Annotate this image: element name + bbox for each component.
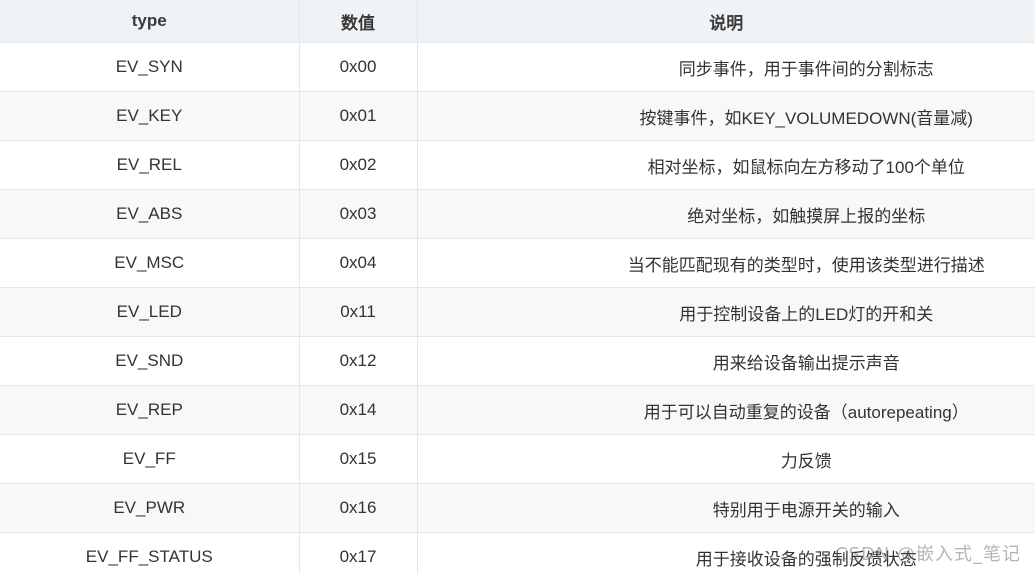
cell-description: 相对坐标，如鼠标向左方移动了100个单位	[417, 140, 1035, 190]
cell-value: 0x12	[299, 336, 418, 386]
cell-type: EV_PWR	[0, 483, 300, 533]
cell-value: 0x00	[299, 42, 418, 92]
cell-type: EV_ABS	[0, 189, 300, 239]
description-text: 用于可以自动重复的设备（autorepeating）	[643, 402, 969, 422]
csdn-watermark: CSDN @嵌入式_笔记	[834, 544, 1021, 565]
table-header-row: type 数值 说明	[0, 0, 1035, 43]
cell-value: 0x11	[299, 287, 418, 337]
cell-description: 用于控制设备上的LED灯的开和关	[417, 287, 1035, 337]
cell-value: 0x02	[299, 140, 418, 190]
table-row: EV_FF 0x15 力反馈	[0, 434, 1035, 484]
cell-description: 按键事件，如KEY_VOLUMEDOWN(音量减)	[417, 91, 1035, 141]
cell-description: 用于可以自动重复的设备（autorepeating）	[417, 385, 1035, 435]
table-row: EV_SYN 0x00 同步事件，用于事件间的分割标志	[0, 42, 1035, 92]
header-description: 说明	[417, 0, 1035, 43]
table-row: EV_REP 0x14 用于可以自动重复的设备（autorepeating）	[0, 385, 1035, 435]
cell-type: EV_REP	[0, 385, 300, 435]
cell-type: EV_LED	[0, 287, 300, 337]
cell-type: EV_SND	[0, 336, 300, 386]
cell-description: 特别用于电源开关的输入	[417, 483, 1035, 533]
cell-type: EV_MSC	[0, 238, 300, 288]
cell-value: 0x03	[299, 189, 418, 239]
cell-value: 0x01	[299, 91, 418, 141]
table-row: EV_LED 0x11 用于控制设备上的LED灯的开和关	[0, 287, 1035, 337]
cell-description: 力反馈	[417, 434, 1035, 484]
description-text: 当不能匹配现有的类型时，使用该类型进行描述	[627, 255, 985, 275]
cell-value: 0x04	[299, 238, 418, 288]
cell-description: 用来给设备输出提示声音	[417, 336, 1035, 386]
cell-type: EV_FF_STATUS	[0, 532, 300, 574]
cell-description: 绝对坐标，如触摸屏上报的坐标	[417, 189, 1035, 239]
description-text: 相对坐标，如鼠标向左方移动了100个单位	[647, 157, 965, 177]
table-row: EV_KEY 0x01 按键事件，如KEY_VOLUMEDOWN(音量减)	[0, 91, 1035, 141]
description-text: 特别用于电源开关的输入	[712, 500, 900, 520]
description-text: 绝对坐标，如触摸屏上报的坐标	[687, 206, 926, 226]
cell-type: EV_REL	[0, 140, 300, 190]
cell-type: EV_FF	[0, 434, 300, 484]
table-row: EV_SND 0x12 用来给设备输出提示声音	[0, 336, 1035, 386]
description-text: 用来给设备输出提示声音	[712, 353, 900, 373]
description-text: 力反馈	[780, 451, 832, 471]
cell-value: 0x17	[299, 532, 418, 574]
cell-description: 当不能匹配现有的类型时，使用该类型进行描述	[417, 238, 1035, 288]
table-row: EV_MSC 0x04 当不能匹配现有的类型时，使用该类型进行描述	[0, 238, 1035, 288]
cell-value: 0x15	[299, 434, 418, 484]
cell-value: 0x14	[299, 385, 418, 435]
description-text: 按键事件，如KEY_VOLUMEDOWN(音量减)	[639, 108, 973, 128]
cell-type: EV_SYN	[0, 42, 300, 92]
description-text: 用于控制设备上的LED灯的开和关	[679, 304, 934, 324]
table-row: EV_REL 0x02 相对坐标，如鼠标向左方移动了100个单位	[0, 140, 1035, 190]
cell-description: 同步事件，用于事件间的分割标志	[417, 42, 1035, 92]
table-row: EV_ABS 0x03 绝对坐标，如触摸屏上报的坐标	[0, 189, 1035, 239]
header-type: type	[0, 0, 300, 43]
table-row: EV_PWR 0x16 特别用于电源开关的输入	[0, 483, 1035, 533]
description-text: 同步事件，用于事件间的分割标志	[678, 59, 934, 79]
cell-type: EV_KEY	[0, 91, 300, 141]
event-type-table: type 数值 说明 EV_SYN 0x00 同步事件，用于事件间的分割标志 E…	[0, 0, 1035, 574]
cell-value: 0x16	[299, 483, 418, 533]
header-value: 数值	[299, 0, 418, 43]
